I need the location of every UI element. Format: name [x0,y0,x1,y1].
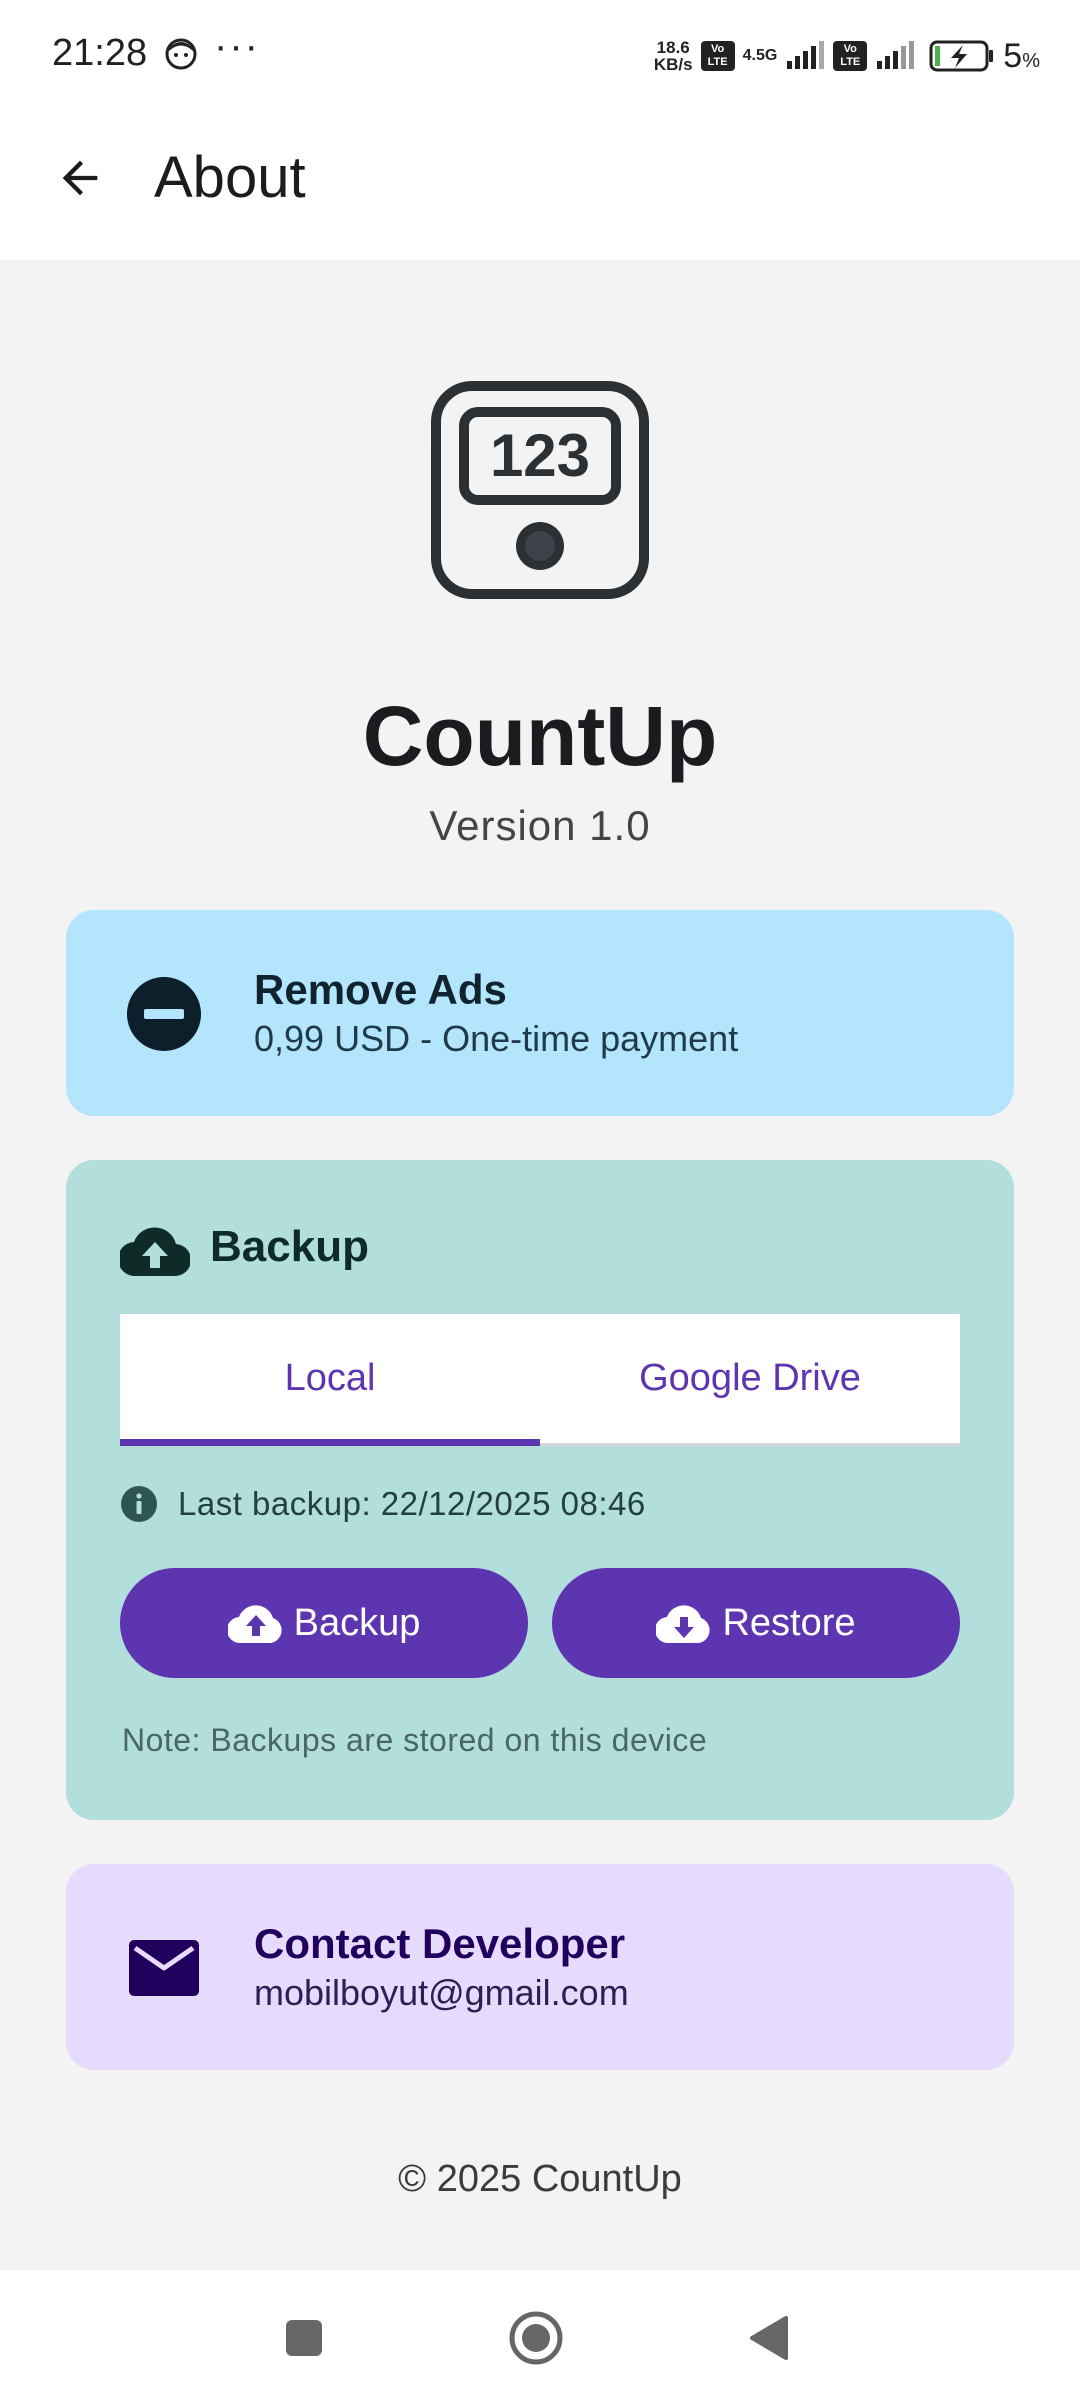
backup-button-label: Backup [293,1601,421,1644]
signal-icon [787,41,825,69]
restore-button-label: Restore [722,1601,856,1644]
copyright: © 2025 CountUp [398,2158,682,2200]
battery-percent-sign: % [1022,49,1040,72]
network-type: 4.5G [742,47,778,64]
status-bar: 21:28 ··· 18.6 KB/s Vo LTE 4.5G Vo LTE 5… [0,0,1080,110]
cloud-upload-icon [120,1227,190,1276]
volte-badge-2: Vo LTE [833,41,868,71]
mail-icon [129,1940,199,1996]
contact-email: mobilboyut@gmail.com [254,1972,629,2013]
app-bar: About [0,110,1080,260]
battery-icon [929,40,994,72]
last-backup-row: Last backup: 22/12/2025 08:46 [120,1482,646,1526]
status-time: 21:28 [52,32,148,74]
signal-icon-2 [877,41,915,69]
app-version: Version 1.0 [429,802,651,849]
restore-button[interactable]: Restore [552,1568,960,1678]
notification-face-icon [165,38,197,70]
battery-value: 5 [1003,36,1023,75]
system-back-button[interactable] [742,2310,798,2366]
cloud-download-icon [656,1605,711,1643]
battery-percent: 5% [1003,37,1040,76]
recent-apps-button[interactable] [276,2310,332,2366]
tab-google-drive[interactable]: Google Drive [540,1314,960,1443]
backup-button[interactable]: Backup [120,1568,528,1678]
speed-value: 18.6 [656,38,690,57]
backup-tabs: Local Google Drive [120,1314,960,1446]
status-more: ··· [214,24,260,68]
minus-circle-icon [127,977,201,1051]
speed-unit: KB/s [653,55,693,74]
app-logo-icon: 123 [431,381,649,599]
system-nav-bar [0,2270,1080,2400]
info-icon [121,1486,157,1522]
remove-ads-title: Remove Ads [254,966,507,1013]
contact-developer-card[interactable]: Contact Developer mobilboyut@gmail.com [66,1864,1014,2070]
square-icon [286,2320,322,2356]
logo-digits: 123 [490,422,590,489]
backup-card: Backup Local Google Drive Last backup: 2… [66,1160,1014,1820]
back-button[interactable] [40,138,120,218]
home-circle-icon [509,2311,563,2365]
arrow-back-icon [62,160,98,196]
page-title: About [154,145,306,210]
network-speed: 18.6 KB/s [654,39,693,73]
volte-badge: Vo LTE [700,41,735,71]
backup-header: Backup [210,1222,369,1271]
triangle-back-icon [750,2316,788,2360]
last-backup-text: Last backup: 22/12/2025 08:46 [178,1485,646,1522]
tab-local[interactable]: Local [120,1314,540,1446]
home-button[interactable] [508,2310,564,2366]
status-right-icons: 18.6 KB/s Vo LTE 4.5G Vo LTE 5% [654,34,1040,78]
cloud-upload-icon [227,1605,282,1643]
remove-ads-card[interactable]: Remove Ads 0,99 USD - One-time payment [66,910,1014,1116]
contact-title: Contact Developer [254,1920,626,1967]
backup-note: Note: Backups are stored on this device [122,1722,708,1758]
app-name: CountUp [362,689,718,783]
remove-ads-price: 0,99 USD - One-time payment [254,1018,739,1059]
